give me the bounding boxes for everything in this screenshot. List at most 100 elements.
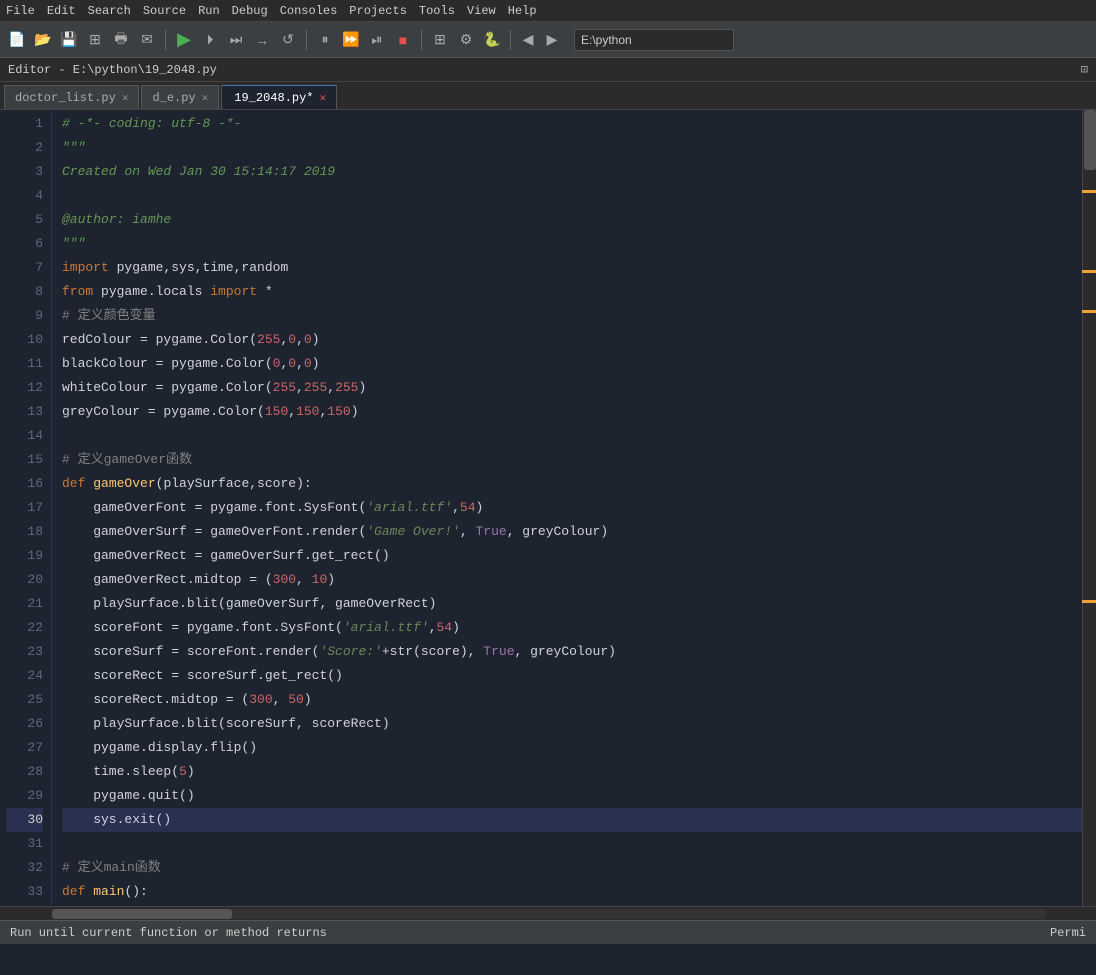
email-button[interactable]: ✉ bbox=[136, 29, 158, 51]
forward-button[interactable]: ▶ bbox=[542, 29, 562, 51]
code-line-1: # -*- coding: utf-8 -*- bbox=[62, 112, 1082, 136]
debug-step-button[interactable]: ⏩ bbox=[340, 29, 362, 51]
editor-title: Editor - E:\python\19_2048.py bbox=[8, 63, 217, 77]
status-right: Permi bbox=[1050, 926, 1086, 940]
menu-help[interactable]: Help bbox=[508, 4, 537, 18]
code-line-33: def main(): bbox=[62, 880, 1082, 904]
line-num-28: 28 bbox=[6, 760, 43, 784]
menu-debug[interactable]: Debug bbox=[232, 4, 268, 18]
line-num-15: 15 bbox=[6, 448, 43, 472]
code-line-32: # 定义main函数 bbox=[62, 856, 1082, 880]
vertical-scrollbar[interactable] bbox=[1082, 110, 1096, 906]
line-num-27: 27 bbox=[6, 736, 43, 760]
menu-run[interactable]: Run bbox=[198, 4, 220, 18]
scrollbar-thumb[interactable] bbox=[1084, 110, 1096, 170]
toolbar-separator-3 bbox=[421, 30, 422, 50]
scroll-marker-1 bbox=[1082, 190, 1096, 193]
code-line-20: gameOverRect.midtop = (300, 10) bbox=[62, 568, 1082, 592]
tab-d-e[interactable]: d_e.py ✕ bbox=[141, 85, 219, 109]
tab-label: 19_2048.py* bbox=[234, 91, 313, 105]
address-bar[interactable]: E:\python bbox=[574, 29, 734, 51]
inspect-button[interactable]: ⊞ bbox=[429, 29, 451, 51]
scroll-marker-3 bbox=[1082, 310, 1096, 313]
titlebar-icon: ⊡ bbox=[1081, 62, 1088, 77]
code-line-34: # 初始化pygame bbox=[62, 904, 1082, 906]
line-num-33: 33 bbox=[6, 880, 43, 904]
line-num-16: 16 bbox=[6, 472, 43, 496]
code-line-5: @author: iamhe bbox=[62, 208, 1082, 232]
menu-consoles[interactable]: Consoles bbox=[280, 4, 338, 18]
line-num-20: 20 bbox=[6, 568, 43, 592]
menu-file[interactable]: File bbox=[6, 4, 35, 18]
toolbar: 📄 📂 💾 ⊞ 🖶 ✉ ▶ ⏵ ⏭ → ↺ ⏸ ⏩ ⏯ ■ ⊞ ⚙ 🐍 ◀ ▶ … bbox=[0, 22, 1096, 58]
code-line-7: import pygame,sys,time,random bbox=[62, 256, 1082, 280]
code-line-25: scoreRect.midtop = (300, 50) bbox=[62, 688, 1082, 712]
code-line-15: # 定义gameOver函数 bbox=[62, 448, 1082, 472]
menu-bar: File Edit Search Source Run Debug Consol… bbox=[0, 0, 1096, 22]
line-num-14: 14 bbox=[6, 424, 43, 448]
code-editor[interactable]: # -*- coding: utf-8 -*- """ Created on W… bbox=[52, 110, 1082, 906]
status-bar: Run until current function or method ret… bbox=[0, 920, 1096, 944]
reload-button[interactable]: ↺ bbox=[277, 29, 299, 51]
code-line-11: blackColour = pygame.Color(0,0,0) bbox=[62, 352, 1082, 376]
line-num-21: 21 bbox=[6, 592, 43, 616]
code-line-23: scoreSurf = scoreFont.render('Score:'+st… bbox=[62, 640, 1082, 664]
tab-label: d_e.py bbox=[152, 91, 195, 105]
code-line-6: """ bbox=[62, 232, 1082, 256]
debug-button[interactable]: ⏸ bbox=[314, 29, 336, 51]
tab-doctor-list[interactable]: doctor_list.py ✕ bbox=[4, 85, 139, 109]
line-num-18: 18 bbox=[6, 520, 43, 544]
close-doctor-list-tab[interactable]: ✕ bbox=[122, 91, 129, 105]
line-num-2: 2 bbox=[6, 136, 43, 160]
close-d-e-tab[interactable]: ✕ bbox=[202, 91, 209, 105]
line-num-9: 9 bbox=[6, 304, 43, 328]
run-selection-button[interactable]: ⏭ bbox=[225, 29, 247, 51]
code-line-9: # 定义颜色变量 bbox=[62, 304, 1082, 328]
scroll-marker-2 bbox=[1082, 270, 1096, 273]
close-19-2048-tab[interactable]: ✕ bbox=[320, 91, 327, 105]
menu-tools[interactable]: Tools bbox=[419, 4, 455, 18]
menu-edit[interactable]: Edit bbox=[47, 4, 76, 18]
line-num-32: 32 bbox=[6, 856, 43, 880]
back-button[interactable]: ◀ bbox=[518, 29, 538, 51]
menu-projects[interactable]: Projects bbox=[349, 4, 407, 18]
tab-bar: doctor_list.py ✕ d_e.py ✕ 19_2048.py* ✕ bbox=[0, 82, 1096, 110]
menu-search[interactable]: Search bbox=[88, 4, 131, 18]
new-file-button[interactable]: 📄 bbox=[6, 29, 28, 51]
stop-button[interactable]: ■ bbox=[392, 29, 414, 51]
line-num-19: 19 bbox=[6, 544, 43, 568]
line-num-7: 7 bbox=[6, 256, 43, 280]
code-line-10: redColour = pygame.Color(255,0,0) bbox=[62, 328, 1082, 352]
code-line-4 bbox=[62, 184, 1082, 208]
line-num-22: 22 bbox=[6, 616, 43, 640]
code-line-29: pygame.quit() bbox=[62, 784, 1082, 808]
horizontal-scrollbar[interactable] bbox=[0, 906, 1096, 920]
hscroll-thumb[interactable] bbox=[52, 909, 232, 919]
line-num-23: 23 bbox=[6, 640, 43, 664]
line-num-3: 3 bbox=[6, 160, 43, 184]
step-button[interactable]: → bbox=[251, 29, 273, 51]
open-file-button[interactable]: 📂 bbox=[32, 29, 54, 51]
run-button[interactable]: ▶ bbox=[173, 29, 195, 51]
line-num-6: 6 bbox=[6, 232, 43, 256]
settings-button[interactable]: ⚙ bbox=[455, 29, 477, 51]
line-num-11: 11 bbox=[6, 352, 43, 376]
print-button[interactable]: 🖶 bbox=[110, 29, 132, 51]
line-num-26: 26 bbox=[6, 712, 43, 736]
titlebar: Editor - E:\python\19_2048.py ⊡ bbox=[0, 58, 1096, 82]
run-file-button[interactable]: ⏵ bbox=[199, 29, 221, 51]
line-num-1: 1 bbox=[6, 112, 43, 136]
python-button[interactable]: 🐍 bbox=[481, 29, 503, 51]
tab-19-2048[interactable]: 19_2048.py* ✕ bbox=[221, 85, 337, 109]
code-line-28: time.sleep(5) bbox=[62, 760, 1082, 784]
toolbar-separator-2 bbox=[306, 30, 307, 50]
code-line-24: scoreRect = scoreSurf.get_rect() bbox=[62, 664, 1082, 688]
menu-source[interactable]: Source bbox=[143, 4, 186, 18]
save-all-button[interactable]: ⊞ bbox=[84, 29, 106, 51]
save-button[interactable]: 💾 bbox=[58, 29, 80, 51]
line-num-34: 34 bbox=[6, 904, 43, 906]
line-num-31: 31 bbox=[6, 832, 43, 856]
continue-button[interactable]: ⏯ bbox=[366, 29, 388, 51]
code-line-2: """ bbox=[62, 136, 1082, 160]
menu-view[interactable]: View bbox=[467, 4, 496, 18]
